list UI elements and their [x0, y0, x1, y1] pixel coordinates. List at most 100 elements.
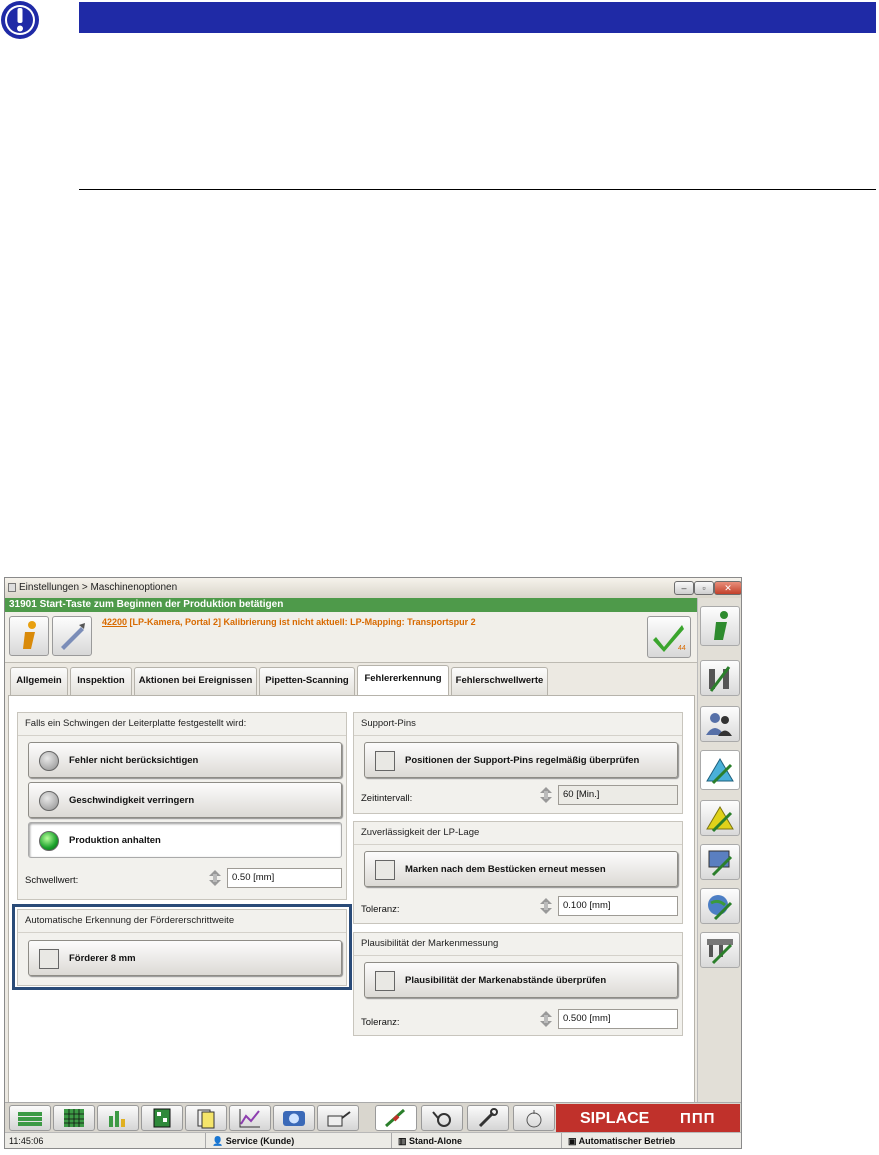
option-stop-production[interactable]: Produktion anhalten — [28, 822, 342, 858]
message-area: 42200 [LP-Kamera, Portal 2] Kalibrierung… — [5, 612, 697, 663]
sidebar-machine-tools-button[interactable] — [700, 660, 740, 696]
info-button[interactable] — [9, 616, 49, 656]
taskbar-money-stack-button[interactable] — [9, 1105, 51, 1131]
grid-green-icon — [64, 1109, 84, 1127]
support-pins-group: Support-Pins Positionen der Support-Pins… — [353, 712, 683, 814]
vibration-group-header: Falls ein Schwingen der Leiterplatte fes… — [18, 713, 346, 736]
threshold-input[interactable]: 0.50 [mm] — [227, 868, 342, 888]
spinner-icon[interactable] — [539, 898, 553, 914]
taskbar-trend-chart-button[interactable] — [229, 1105, 271, 1131]
option-check-support-pins[interactable]: Positionen der Support-Pins regelmäßig ü… — [364, 742, 678, 778]
option-label: Geschwindigkeit verringern — [69, 795, 195, 806]
line-mode-cell[interactable]: ▥ Stand-Alone — [391, 1133, 561, 1148]
bottom-status-bar: 11:45:06 👤 Service (Kunde) ▥ Stand-Alone… — [5, 1132, 741, 1148]
user-mode-cell[interactable]: 👤 Service (Kunde) — [205, 1133, 391, 1148]
taskbar-grid-button[interactable] — [53, 1105, 95, 1131]
tolerance-label: Toleranz: — [361, 1017, 400, 1028]
option-check-mark-distances[interactable]: Plausibilität der Markenabstände überprü… — [364, 962, 678, 998]
sidebar-users-button[interactable] — [700, 706, 740, 742]
sidebar-globe-settings-button[interactable] — [700, 888, 740, 924]
brand-model: ΠΠΠ — [680, 1110, 716, 1127]
message-line[interactable]: 42200 [LP-Kamera, Portal 2] Kalibrierung… — [102, 617, 476, 627]
hand-gear-icon — [432, 1111, 451, 1127]
message-text: [LP-Kamera, Portal 2] Kalibrierung ist n… — [127, 617, 476, 627]
taskbar-bar-grid-button[interactable] — [97, 1105, 139, 1131]
divider — [79, 189, 876, 190]
sidebar-feeder-settings-button[interactable] — [700, 932, 740, 968]
title-bar: Einstellungen > Maschinenoptionen – ▫ ✕ — [5, 578, 741, 598]
option-ignore-error[interactable]: Fehler nicht berücksichtigen — [28, 742, 342, 778]
tab-fehlerschwellwerte[interactable]: Fehlerschwellwerte — [451, 667, 548, 695]
checkbox-indicator — [375, 971, 395, 991]
camera-icon — [283, 1111, 305, 1126]
oil-can-icon — [327, 1111, 351, 1127]
taskbar-pipette-tool-button[interactable] — [375, 1105, 417, 1131]
pen-button[interactable] — [52, 616, 92, 656]
option-label: Produktion anhalten — [69, 835, 161, 846]
taskbar-scale-button[interactable] — [513, 1105, 555, 1131]
option-label: Plausibilität der Markenabstände überprü… — [405, 975, 607, 986]
taskbar-board-button[interactable] — [141, 1105, 183, 1131]
taskbar-hand-gear-button[interactable] — [421, 1105, 463, 1131]
software-icon — [706, 806, 734, 833]
check-count: 44 — [678, 645, 686, 652]
acknowledge-button[interactable]: 44 — [647, 616, 691, 658]
tolerance-input[interactable]: 0.100 [mm] — [558, 896, 678, 916]
support-pins-header: Support-Pins — [354, 713, 682, 736]
trend-chart-icon — [239, 1109, 260, 1128]
interval-input[interactable]: 60 [Min.] — [558, 785, 678, 805]
option-reduce-speed[interactable]: Geschwindigkeit verringern — [28, 782, 342, 818]
radio-indicator — [39, 751, 59, 771]
sidebar-info-button[interactable] — [700, 606, 740, 646]
spinner-icon[interactable] — [539, 787, 553, 803]
taskbar-camera-button[interactable] — [273, 1105, 315, 1131]
vibration-group: Falls ein Schwingen der Leiterplatte fes… — [17, 712, 347, 900]
taskbar: SIPLACE ΠΠΠ — [5, 1102, 741, 1133]
notice-header-bar — [79, 2, 876, 33]
taskbar-wrench-button[interactable] — [467, 1105, 509, 1131]
tab-pipetten-scanning[interactable]: Pipetten-Scanning — [259, 667, 355, 695]
exclamation-icon — [0, 0, 40, 40]
operation-mode-cell[interactable]: ▣ Automatischer Betrieb — [561, 1133, 741, 1148]
tab-aktionen-bei-ereignissen[interactable]: Aktionen bei Ereignissen — [134, 667, 257, 695]
spinner-icon[interactable] — [208, 870, 222, 886]
spinner-icon[interactable] — [539, 1011, 553, 1027]
radio-indicator — [39, 791, 59, 811]
mark-plausibility-header: Plausibilität der Markenmessung — [354, 933, 682, 956]
message-code[interactable]: 42200 — [102, 617, 127, 627]
app-icon — [8, 583, 16, 592]
minimize-button[interactable]: – — [674, 581, 694, 595]
tolerance-label: Toleranz: — [361, 904, 400, 915]
operation-mode: Automatischer Betrieb — [578, 1136, 676, 1146]
users-icon — [706, 713, 732, 736]
checkbox-indicator — [375, 751, 395, 771]
highlight-frame — [12, 904, 352, 990]
tab-inspektion[interactable]: Inspektion — [70, 667, 132, 695]
option-remeasure-marks[interactable]: Marken nach dem Bestücken erneut messen — [364, 851, 678, 887]
maximize-button[interactable]: ▫ — [694, 581, 714, 595]
status-line: 31901 Start-Taste zum Beginnen der Produ… — [5, 598, 697, 612]
monitor-settings-icon — [708, 850, 733, 877]
info-icon — [23, 621, 36, 649]
lp-position-header: Zuverlässigkeit der LP-Lage — [354, 822, 682, 845]
sidebar-software-button[interactable] — [700, 800, 740, 836]
globe-settings-icon — [708, 895, 733, 921]
threshold-label: Schwellwert: — [25, 875, 79, 886]
tab-fehlererkennung[interactable]: Fehlererkennung — [357, 665, 449, 695]
machine-tools-icon — [709, 666, 731, 692]
board-icon — [153, 1108, 171, 1128]
option-label: Marken nach dem Bestücken erneut messen — [405, 864, 606, 875]
taskbar-oil-can-button[interactable] — [317, 1105, 359, 1131]
close-button[interactable]: ✕ — [714, 581, 741, 595]
sidebar-monitor-settings-button[interactable] — [700, 844, 740, 880]
taskbar-cards-button[interactable] — [185, 1105, 227, 1131]
bar-grid-icon — [109, 1111, 125, 1127]
pipette-tool-icon — [385, 1108, 405, 1128]
feeder-settings-icon — [707, 939, 733, 965]
tolerance-input[interactable]: 0.500 [mm] — [558, 1009, 678, 1029]
tab-allgemein[interactable]: Allgemein — [10, 667, 68, 695]
lp-position-group: Zuverlässigkeit der LP-Lage Marken nach … — [353, 821, 683, 924]
sidebar-machine-settings-button[interactable] — [700, 750, 740, 790]
mark-plausibility-group: Plausibilität der Markenmessung Plausibi… — [353, 932, 683, 1036]
app-window: Einstellungen > Maschinenoptionen – ▫ ✕ … — [4, 577, 742, 1149]
